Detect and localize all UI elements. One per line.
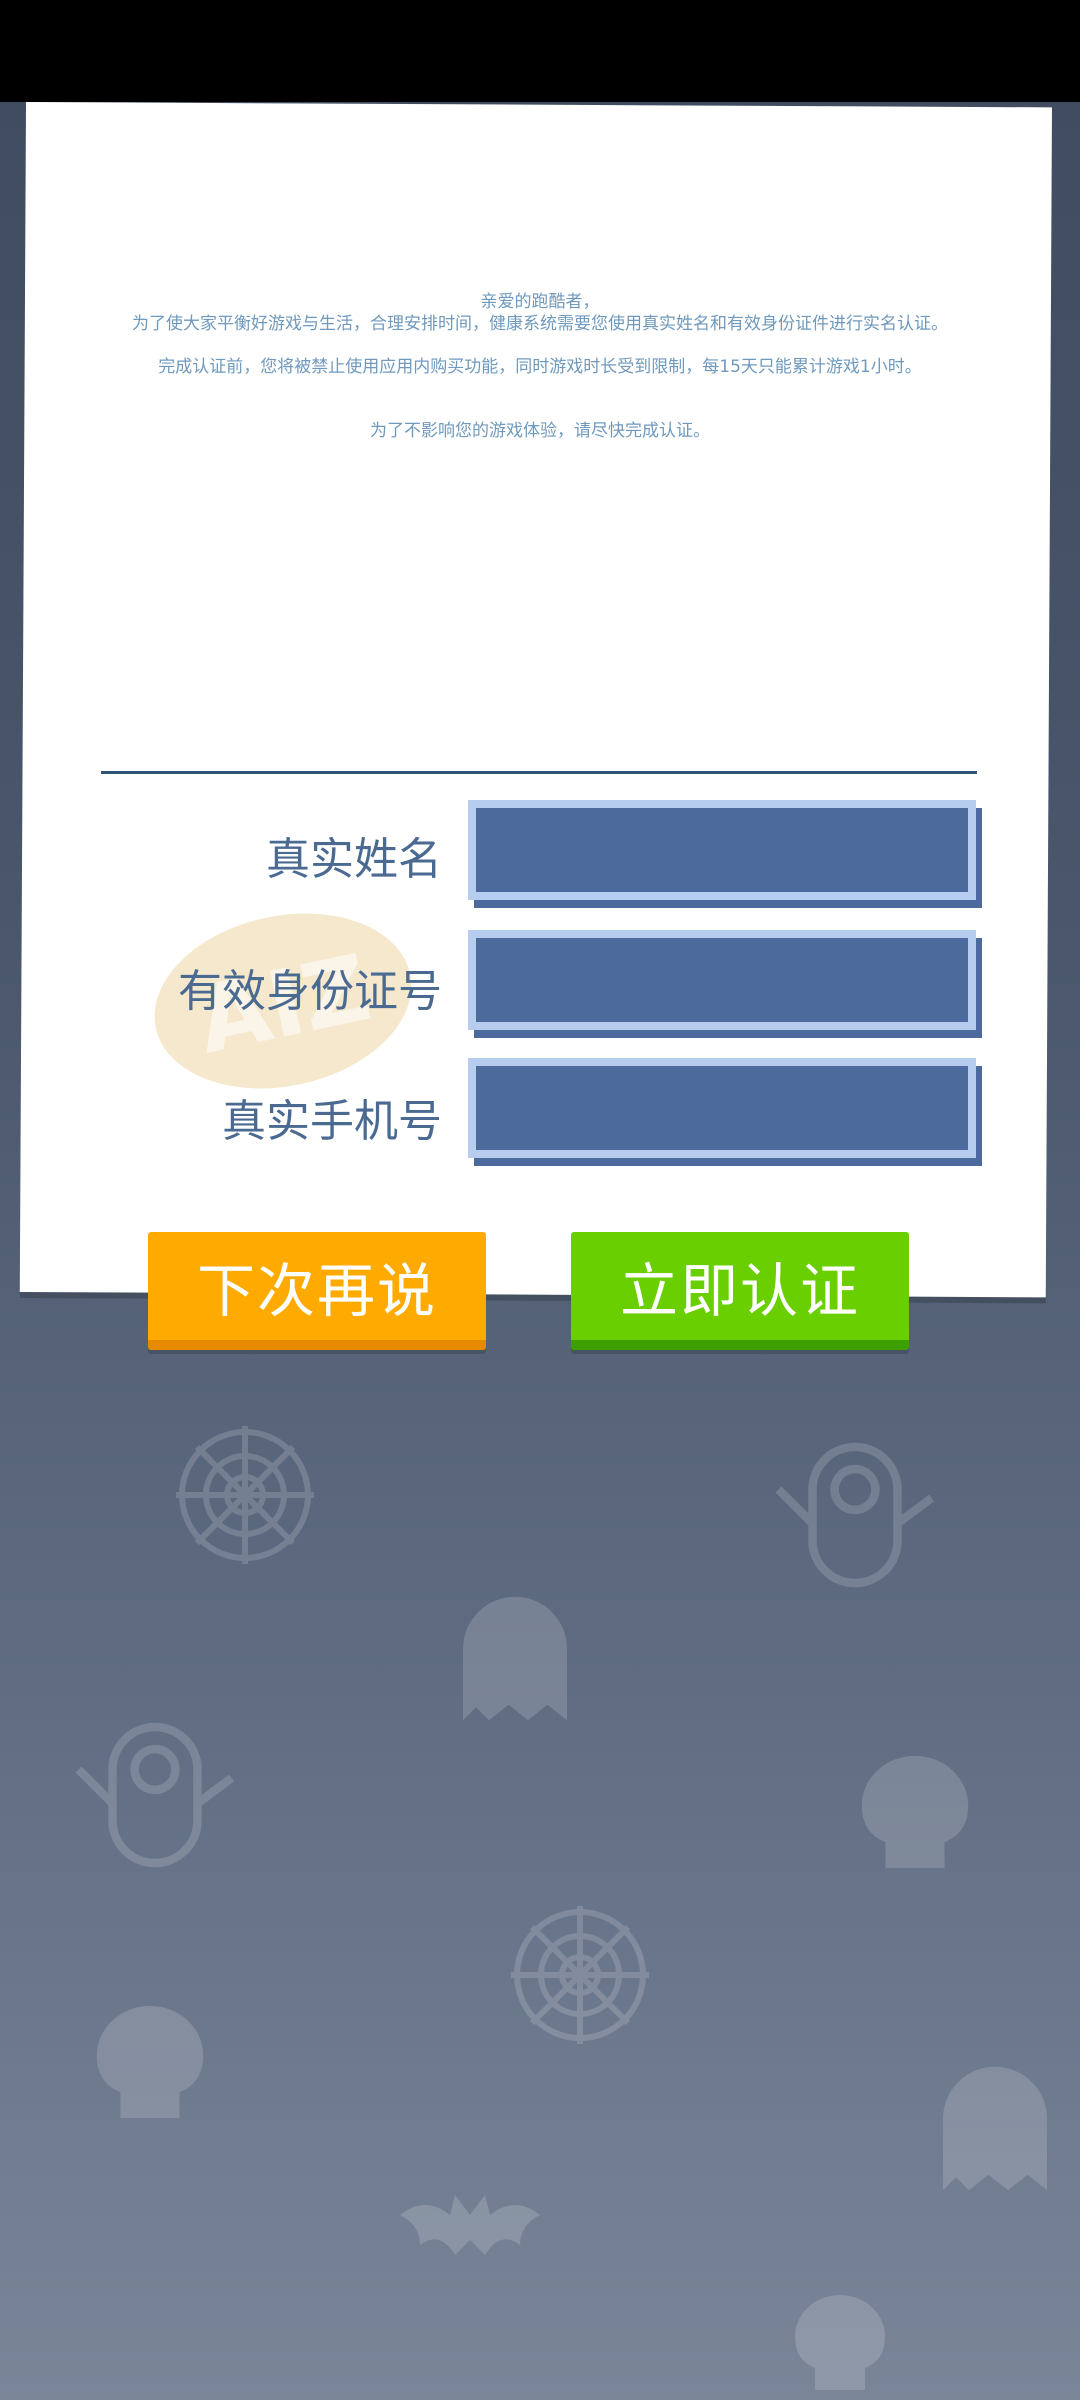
notice-line-2: 完成认证前，您将被禁止使用应用内购买功能，同时游戏时长受到限制，每15天只能累计… (158, 357, 922, 377)
status-bar (0, 0, 1080, 102)
later-button[interactable]: 下次再说 (148, 1232, 486, 1350)
phone-field[interactable] (468, 1058, 976, 1158)
ghost-icon (450, 1590, 580, 1740)
minion-icon (770, 1420, 940, 1610)
real-name-field[interactable] (468, 800, 976, 900)
real-name-input[interactable] (476, 808, 968, 892)
verify-now-button[interactable]: 立即认证 (571, 1232, 909, 1350)
skull-icon (780, 2290, 900, 2400)
real-name-label: 真实姓名 (266, 834, 442, 885)
notice-line-3: 为了不影响您的游戏体验，请尽快完成认证。 (370, 421, 710, 441)
id-number-field[interactable] (468, 930, 976, 1030)
notice-line-1: 为了使大家平衡好游戏与生活，合理安排时间，健康系统需要您使用真实姓名和有效身份证… (132, 314, 948, 334)
id-number-label: 有效身份证号 (178, 966, 442, 1017)
spiderweb-icon (505, 1900, 655, 2050)
phone-label: 真实手机号 (222, 1096, 442, 1147)
id-number-input[interactable] (476, 938, 968, 1022)
form-divider (101, 771, 977, 774)
phone-input[interactable] (476, 1066, 968, 1150)
ghost-icon (930, 2060, 1060, 2210)
skull-icon (90, 2000, 210, 2130)
skull-icon (855, 1750, 975, 1880)
minion-icon (70, 1700, 240, 1890)
bat-icon (395, 2185, 545, 2275)
spiderweb-icon (170, 1420, 320, 1570)
